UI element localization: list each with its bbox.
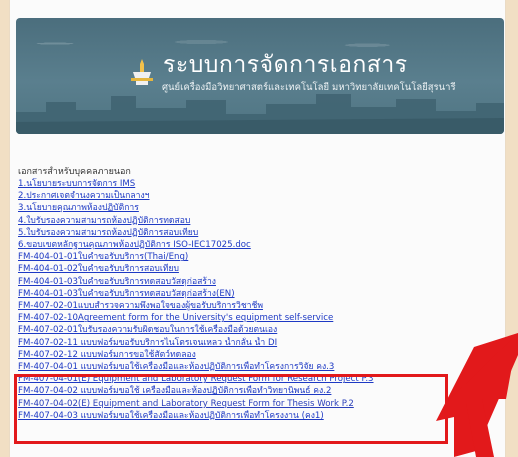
document-link-iso-scope[interactable]: 6.ขอบเขตหลักฐานคุณภาพห้องปฏิบัติการ ISO-… — [18, 239, 498, 251]
document-link-fm-404-01-03-en[interactable]: FM-404-01-03ใบคำขอรับบริการทดสอบวัสดุก่อ… — [18, 288, 498, 300]
document-link-fm-404-01-01[interactable]: FM-404-01-01ใบคำขอรับบริการ(Thai/Eng) — [18, 251, 498, 263]
header-banner: ระบบการจัดการเอกสาร ศูนย์เครื่องมือวิทยา… — [16, 18, 504, 134]
document-link-ims-policy[interactable]: 1.นโยบายระบบการจัดการ IMS — [18, 178, 498, 190]
document-link-fm-407-02-12[interactable]: FM-407-02-12 แบบฟอร์มการขอใช้สัตว์ทดลอง — [18, 349, 498, 361]
university-logo-icon — [131, 59, 153, 85]
arrow-pointer-icon — [436, 333, 518, 457]
page-subtitle: ศูนย์เครื่องมือวิทยาศาสตร์และเทคโนโลยี ม… — [162, 82, 456, 93]
document-link-impartiality[interactable]: 2.ประกาศเจตจำนงความเป็นกลางฯ — [18, 190, 498, 202]
highlight-box — [14, 374, 448, 444]
page-title: ระบบการจัดการเอกสาร — [163, 52, 408, 78]
document-link-quality-policy[interactable]: 3.นโยบายคุณภาพห้องปฏิบัติการ — [18, 202, 498, 214]
document-link-testing-cert[interactable]: 4.ใบรับรองความสามารถห้องปฏิบัติการทดสอบ — [18, 215, 498, 227]
section-heading: เอกสารสำหรับบุคคลภายนอก — [18, 167, 131, 177]
document-link-fm-404-01-03[interactable]: FM-404-01-03ใบคำขอรับบริการทดสอบวัสดุก่อ… — [18, 276, 498, 288]
document-link-fm-407-02-11[interactable]: FM-407-02-11 แบบฟอร์มขอรับบริการไนโตรเจน… — [18, 337, 498, 349]
document-link-calibration-cert[interactable]: 5.ใบรับรองความสามารถห้องปฏิบัติการสอบเที… — [18, 227, 498, 239]
document-link-fm-407-02-01-survey[interactable]: FM-407-02-01แบบสำรวจความพึงพอใจของผู้ขอร… — [18, 300, 498, 312]
cloud-decoration — [16, 18, 504, 50]
document-link-fm-407-02-01-self-use[interactable]: FM-407-02-01ใบรับรองความรับผิดชอบในการใช… — [18, 324, 498, 336]
document-link-fm-404-01-02[interactable]: FM-404-01-02ใบคำขอรับบริการสอบเทียบ — [18, 263, 498, 275]
document-link-fm-407-04-01[interactable]: FM-407-04-01 แบบฟอร์มขอใช้เครื่องมือและห… — [18, 361, 498, 373]
document-link-fm-407-02-10[interactable]: FM-407-02-10Agreement form for the Unive… — [18, 312, 498, 324]
